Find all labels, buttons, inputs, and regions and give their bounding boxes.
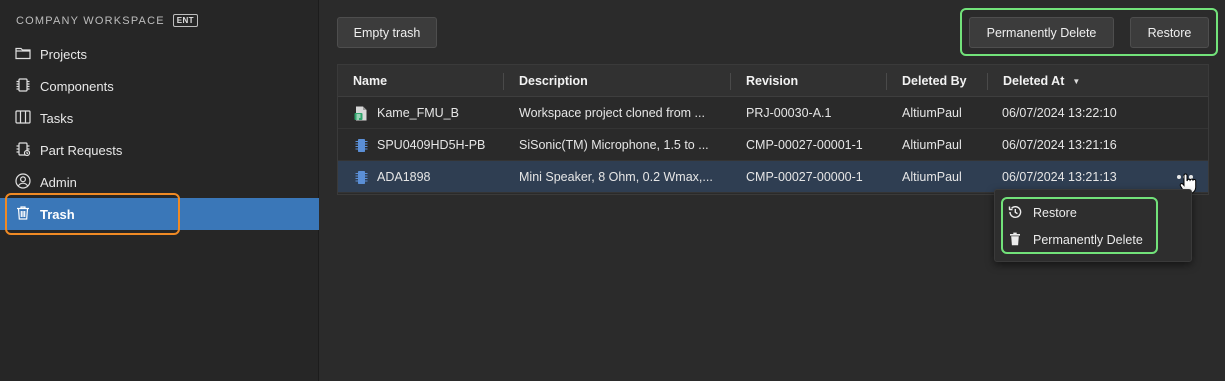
- sidebar-item-label: Part Requests: [40, 142, 123, 158]
- row-deleted-by: AltiumPaul: [902, 170, 962, 184]
- table-row[interactable]: Kame_FMU_B Workspace project cloned from…: [338, 97, 1208, 129]
- sidebar-item-trash[interactable]: Trash: [0, 198, 319, 230]
- part-request-icon: [14, 140, 32, 161]
- sidebar-item-components[interactable]: Components: [0, 70, 319, 102]
- edition-badge: ENT: [172, 14, 198, 27]
- trash-icon: [14, 204, 32, 225]
- history-icon: [1007, 204, 1023, 223]
- sidebar-item-label: Tasks: [40, 110, 74, 126]
- sidebar-item-part-requests[interactable]: Part Requests: [0, 134, 319, 166]
- column-header-label: Deleted By: [902, 74, 967, 88]
- sidebar-item-projects[interactable]: Projects: [0, 38, 319, 70]
- empty-trash-button[interactable]: Empty trash: [337, 17, 437, 48]
- sidebar-item-label: Projects: [40, 46, 87, 62]
- row-deleted-by: AltiumPaul: [902, 138, 962, 152]
- cell-name: SPU0409HD5H-PB: [353, 129, 513, 161]
- sidebar-item-admin[interactable]: Admin: [0, 166, 319, 198]
- permanently-delete-button[interactable]: Permanently Delete: [969, 17, 1114, 48]
- component-chip-icon: [353, 137, 370, 154]
- sidebar-item-label: Components: [40, 78, 114, 94]
- column-header-deleted-by[interactable]: Deleted By: [887, 65, 987, 97]
- sidebar-nav: Projects Components Tasks Part Requests …: [0, 38, 319, 230]
- column-header-label: Deleted At: [1003, 74, 1065, 88]
- column-header-label: Description: [519, 74, 588, 88]
- trash-icon: [1007, 231, 1023, 250]
- row-deleted-at: 06/07/2024 13:22:10: [1002, 106, 1117, 120]
- menu-item-permanently-delete[interactable]: Permanently Delete: [1007, 227, 1143, 253]
- row-name: Kame_FMU_B: [377, 106, 459, 120]
- component-chip-icon: [353, 169, 370, 186]
- row-description: Workspace project cloned from ...: [519, 106, 705, 120]
- menu-item-label: Permanently Delete: [1033, 233, 1143, 247]
- column-header-label: Revision: [746, 74, 799, 88]
- table-header: Name Description Revision Deleted By Del…: [338, 65, 1208, 97]
- chip-icon: [14, 76, 32, 97]
- cell-name: Kame_FMU_B: [353, 97, 513, 129]
- user-circle-icon: [14, 172, 32, 193]
- row-description: SiSonic(TM) Microphone, 1.5 to ...: [519, 138, 709, 152]
- row-description: Mini Speaker, 8 Ohm, 0.2 Wmax,...: [519, 170, 713, 184]
- column-header-deleted-at[interactable]: Deleted At ▼: [988, 65, 1208, 97]
- row-revision: PRJ-00030-A.1: [746, 106, 832, 120]
- row-deleted-by: AltiumPaul: [902, 106, 962, 120]
- menu-item-restore[interactable]: Restore: [1007, 200, 1077, 226]
- row-deleted-at: 06/07/2024 13:21:16: [1002, 138, 1117, 152]
- sort-descending-icon: ▼: [1072, 76, 1081, 86]
- row-revision: CMP-00027-00000-1: [746, 170, 863, 184]
- row-name: ADA1898: [377, 170, 431, 184]
- row-revision: CMP-00027-00001-1: [746, 138, 863, 152]
- sidebar: COMPANY WORKSPACE ENT Projects Component…: [0, 0, 319, 381]
- sidebar-item-label: Admin: [40, 174, 77, 190]
- column-header-name[interactable]: Name: [338, 65, 503, 97]
- table-row[interactable]: SPU0409HD5H-PB SiSonic(TM) Microphone, 1…: [338, 129, 1208, 161]
- row-name: SPU0409HD5H-PB: [377, 138, 486, 152]
- row-context-menu: Restore Permanently Delete: [994, 189, 1192, 262]
- restore-button[interactable]: Restore: [1130, 17, 1209, 48]
- column-header-label: Name: [353, 74, 388, 88]
- trash-table: Name Description Revision Deleted By Del…: [337, 64, 1209, 195]
- sidebar-item-label: Trash: [40, 206, 75, 222]
- workspace-name: COMPANY WORKSPACE: [16, 14, 165, 27]
- board-icon: [14, 108, 32, 129]
- column-header-description[interactable]: Description: [504, 65, 730, 97]
- cell-name: ADA1898: [353, 161, 513, 193]
- sidebar-item-tasks[interactable]: Tasks: [0, 102, 319, 134]
- column-header-revision[interactable]: Revision: [731, 65, 886, 97]
- project-icon: [353, 105, 370, 122]
- workspace-header: COMPANY WORKSPACE ENT: [16, 14, 198, 27]
- menu-item-label: Restore: [1033, 206, 1077, 220]
- folder-icon: [14, 44, 32, 65]
